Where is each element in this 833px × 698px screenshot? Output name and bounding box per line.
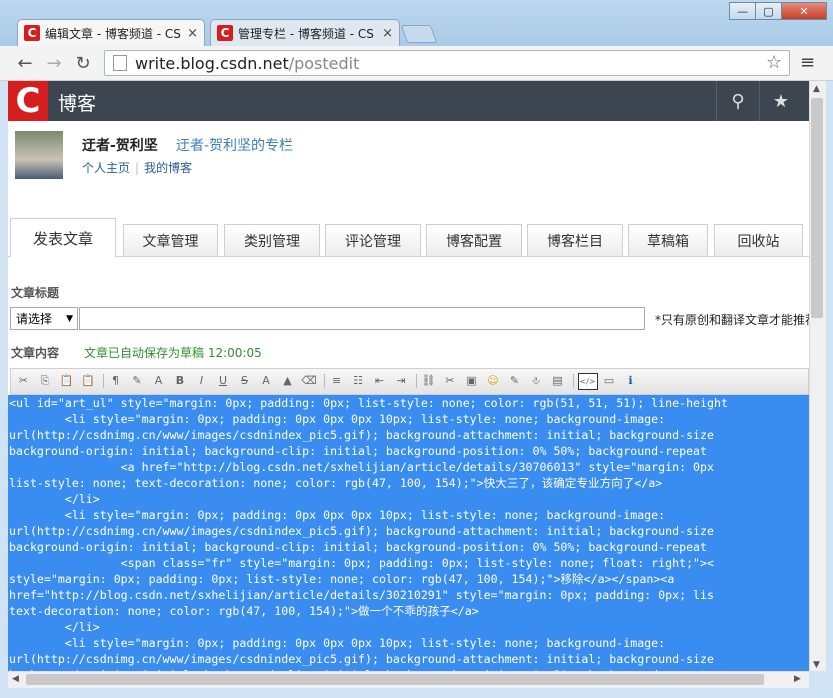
cut-icon[interactable]: ✂ xyxy=(16,373,31,388)
italic-icon[interactable]: I xyxy=(194,373,209,388)
page-viewport: C 博客 ⚲ ★ 迂者-贺利坚 迂者-贺利坚的专栏 个人主页 | 我的博客 发表文章… xyxy=(8,81,809,671)
scroll-up-icon[interactable]: ▲ xyxy=(813,84,820,94)
tab-blog-config[interactable]: 博客配置 xyxy=(426,224,522,256)
forward-icon[interactable]: → xyxy=(42,52,66,74)
article-type-select[interactable]: 请选择 ▼ xyxy=(10,307,78,330)
paste-icon[interactable]: 📋 xyxy=(59,373,74,388)
indent-icon[interactable]: ⇥ xyxy=(394,373,409,388)
close-window-button[interactable]: ✕ xyxy=(781,2,827,20)
image-icon[interactable]: ▣ xyxy=(464,373,479,388)
autosave-status: 文章已自动保存为草稿 12:00:05 xyxy=(84,346,262,360)
link-separator: | xyxy=(135,161,140,175)
tab-comment-manage[interactable]: 评论管理 xyxy=(325,224,421,256)
user-name: 迂者-贺利坚 xyxy=(82,138,158,154)
user-column-link[interactable]: 迂者-贺利坚的专栏 xyxy=(176,135,293,155)
toolbar-separator xyxy=(416,374,417,388)
site-header xyxy=(8,81,809,121)
csdn-logo[interactable]: C xyxy=(8,81,48,121)
star-icon[interactable]: ★ xyxy=(759,81,802,121)
font-color-icon[interactable]: A xyxy=(151,373,166,388)
toolbar-separator xyxy=(103,374,104,388)
scroll-down-icon[interactable]: ▼ xyxy=(813,660,820,670)
tab-divider xyxy=(8,256,809,257)
browser-tab-manage-column[interactable]: C 管理专栏 - 博客频道 - CS × xyxy=(210,19,400,46)
title-input[interactable] xyxy=(79,307,645,330)
tab-recycle-bin[interactable]: 回收站 xyxy=(714,224,803,256)
source-icon[interactable]: </> xyxy=(577,373,598,390)
site-title[interactable]: 博客 xyxy=(58,89,96,116)
tab-close-icon[interactable]: × xyxy=(187,26,198,41)
csdn-favicon-icon: C xyxy=(217,25,233,41)
outdent-icon[interactable]: ⇤ xyxy=(372,373,387,388)
format-icon[interactable]: ¶ xyxy=(108,373,123,388)
bookmark-star-icon[interactable]: ☆ xyxy=(766,52,786,73)
toolbar-separator xyxy=(324,374,325,388)
search-icon[interactable]: ⚲ xyxy=(716,81,759,121)
url-host: write.blog.csdn.net xyxy=(135,53,289,73)
tab-category-manage[interactable]: 类别管理 xyxy=(224,224,320,256)
bold-icon[interactable]: B xyxy=(173,373,188,388)
my-blog-link[interactable]: 我的博客 xyxy=(144,161,192,175)
maximize-button[interactable]: ▢ xyxy=(755,2,782,20)
user-links: 个人主页 | 我的博客 xyxy=(82,159,192,176)
address-bar[interactable]: write.blog.csdn.net/postedit xyxy=(104,50,790,76)
underline-icon[interactable]: U xyxy=(216,373,231,388)
tab-title: 管理专栏 - 博客频道 - CS xyxy=(238,26,374,41)
toolbar-separator xyxy=(572,374,574,388)
unlink-icon[interactable]: ✂ xyxy=(443,373,458,388)
align-icon[interactable]: ≡ xyxy=(329,373,344,388)
back-icon[interactable]: ← xyxy=(13,52,37,74)
tab-drafts[interactable]: 草稿箱 xyxy=(628,224,708,256)
copy-icon[interactable]: ⎘ xyxy=(38,373,53,388)
tab-article-manage[interactable]: 文章管理 xyxy=(123,224,218,256)
code-icon[interactable]: ⎀ xyxy=(529,373,544,388)
tab-blog-columns[interactable]: 博客栏目 xyxy=(527,224,623,256)
vertical-scroll-thumb[interactable] xyxy=(811,98,823,318)
strike-icon[interactable]: S xyxy=(237,373,252,388)
link-icon[interactable]: ⛓ xyxy=(421,373,436,388)
tab-publish[interactable]: 发表文章 xyxy=(10,218,116,257)
media-icon[interactable]: ▤ xyxy=(550,373,565,388)
browser-tab-edit-article[interactable]: C 编辑文章 - 博客频道 - CS × xyxy=(17,19,205,46)
scroll-right-icon[interactable]: ▶ xyxy=(794,674,801,684)
preview-icon[interactable]: ▭ xyxy=(602,373,617,388)
browser-menu-icon[interactable]: ≡ xyxy=(800,52,815,73)
avatar[interactable] xyxy=(15,131,63,179)
horizontal-scroll-thumb[interactable] xyxy=(26,674,764,685)
edit-icon[interactable]: ✎ xyxy=(507,373,522,388)
text-color-icon[interactable]: A xyxy=(259,373,274,388)
emoticon-icon[interactable]: ☺ xyxy=(486,373,501,388)
about-icon[interactable]: ℹ xyxy=(623,373,638,388)
title-note: *只有原创和翻译文章才能推荐 xyxy=(655,313,809,327)
url-path: /postedit xyxy=(288,53,360,73)
homepage-link[interactable]: 个人主页 xyxy=(82,161,130,175)
bg-color-icon[interactable]: ▲ xyxy=(280,373,295,388)
editor-source[interactable]: <ul id="art_ul" style="margin: 0px; padd… xyxy=(8,395,809,671)
csdn-favicon-icon: C xyxy=(24,25,40,41)
eraser-icon[interactable]: ⌫ xyxy=(301,373,317,388)
tab-close-icon[interactable]: × xyxy=(382,26,393,41)
paste-text-icon[interactable]: 📋 xyxy=(81,373,96,388)
reload-icon[interactable]: ↻ xyxy=(71,52,95,74)
list-icon[interactable]: ☷ xyxy=(351,373,366,388)
scroll-left-icon[interactable]: ◀ xyxy=(12,674,19,684)
select-value: 请选择 xyxy=(16,312,53,326)
minimize-button[interactable]: — xyxy=(729,2,756,20)
source-code[interactable]: <ul id="art_ul" style="margin: 0px; padd… xyxy=(8,395,809,671)
tab-title: 编辑文章 - 博客频道 - CS xyxy=(45,26,181,41)
chevron-down-icon: ▼ xyxy=(66,313,73,324)
clear-format-icon[interactable]: ✎ xyxy=(130,373,145,388)
title-label: 文章标题 xyxy=(11,286,60,300)
content-label: 文章内容 xyxy=(11,346,60,360)
page-icon xyxy=(113,55,127,71)
new-tab-button[interactable] xyxy=(400,25,438,43)
